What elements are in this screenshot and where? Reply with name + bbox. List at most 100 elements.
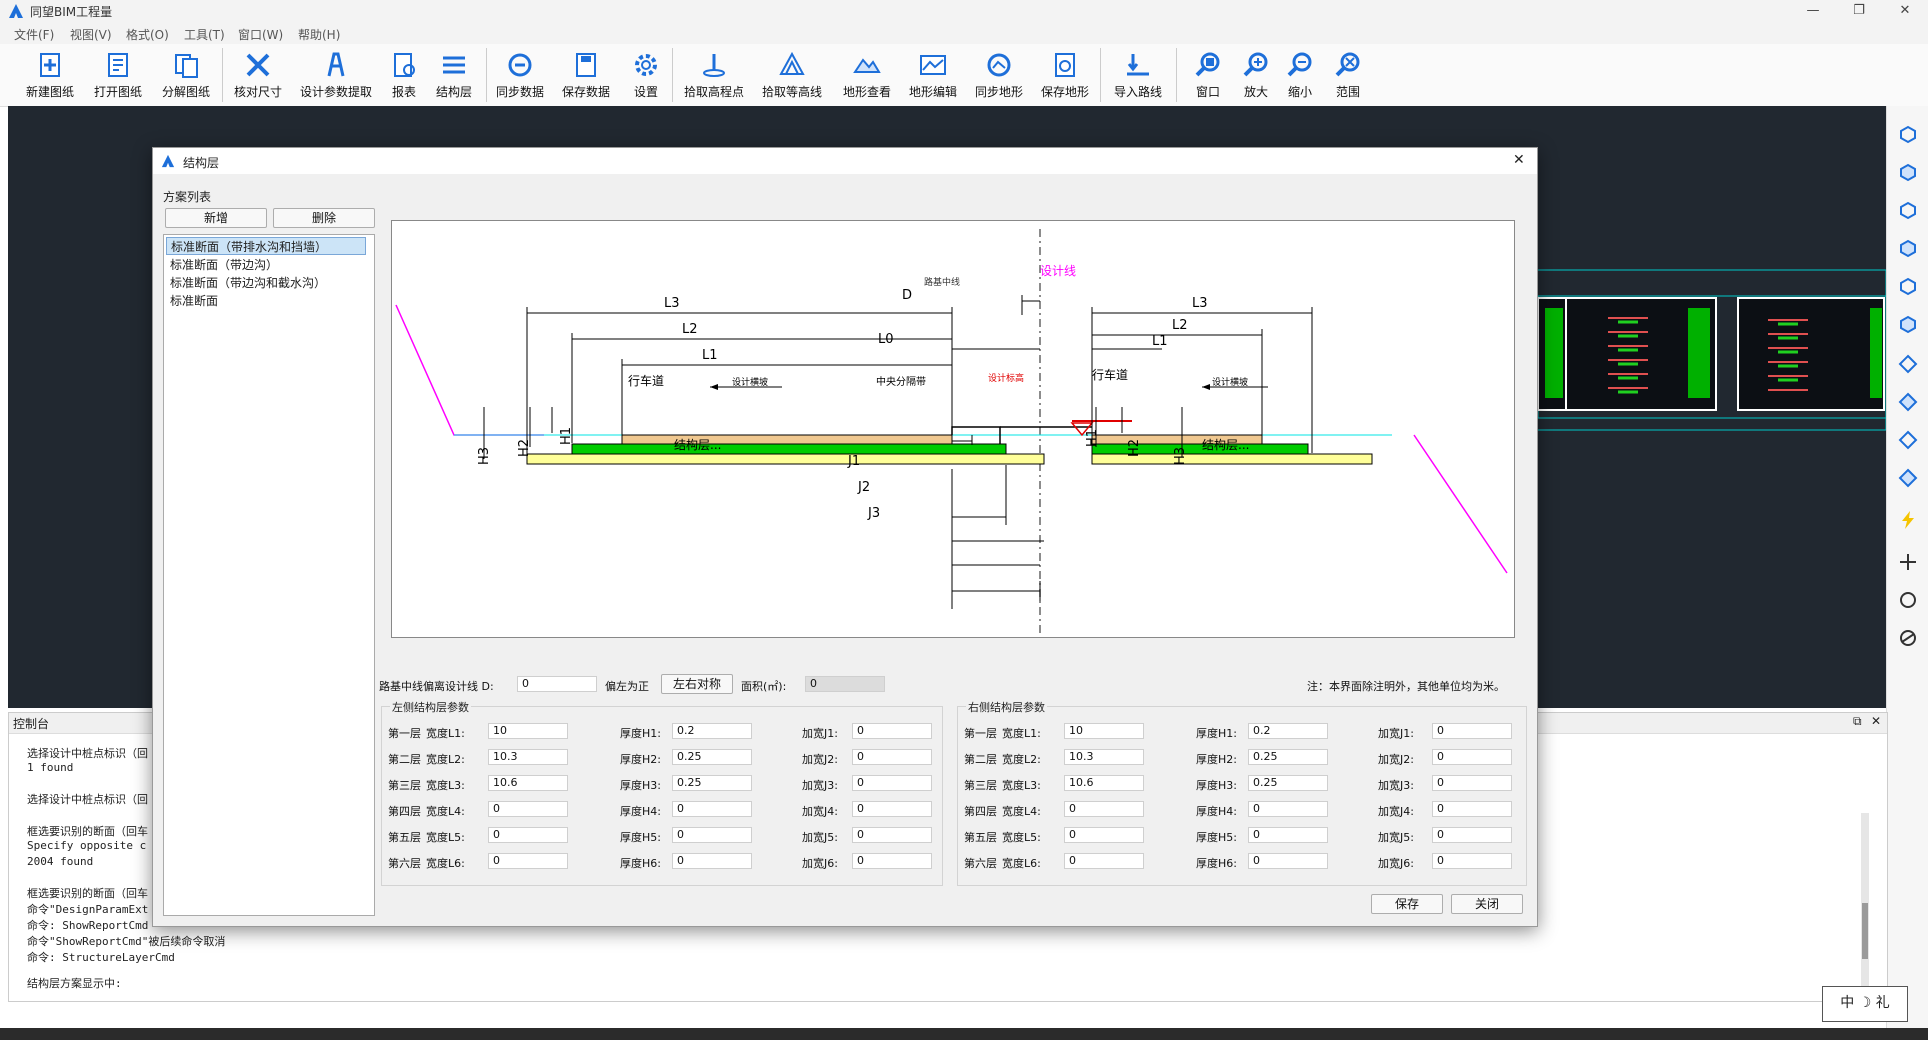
left-thickness-h6-input[interactable] [672, 853, 752, 869]
close-window-button[interactable]: ✕ [1882, 0, 1928, 22]
scheme-list-item[interactable]: 标准断面 [166, 292, 366, 310]
settings-button[interactable]: 设置 [624, 50, 668, 100]
left-widen-j2-input[interactable] [852, 749, 932, 765]
left-widen-j4-input[interactable] [852, 801, 932, 817]
right-width-l3-input[interactable] [1064, 775, 1144, 791]
terrain-edit-button[interactable]: 地形编辑 [904, 50, 962, 100]
left-width-l1-input[interactable] [488, 723, 568, 739]
menu-format[interactable]: 格式(O) [126, 26, 169, 43]
check-dimension-button[interactable]: 核对尺寸 [230, 50, 286, 100]
left-thickness-h2-input[interactable] [672, 749, 752, 765]
sync-data-label: 同步数据 [495, 85, 544, 99]
add-scheme-button[interactable]: 新增 [165, 208, 267, 228]
explode-drawing-button[interactable]: 分解图纸 [158, 50, 214, 100]
new-drawing-button[interactable]: 新建图纸 [22, 50, 78, 100]
left-thickness-h1-input[interactable] [672, 723, 752, 739]
right-width-l6-input[interactable] [1064, 853, 1144, 869]
scheme-list-item[interactable]: 标准断面（带边沟） [166, 256, 366, 274]
sync-data-button[interactable]: 同步数据 [492, 50, 548, 100]
view-right-icon[interactable] [1898, 238, 1918, 258]
offset-input[interactable] [517, 676, 597, 692]
left-thickness-h3-input[interactable] [672, 775, 752, 791]
view-bottom-icon[interactable] [1898, 314, 1918, 334]
restore-button[interactable]: ❐ [1836, 0, 1882, 22]
save-button[interactable]: 保存 [1371, 894, 1443, 914]
console-scroll-thumb[interactable] [1862, 903, 1868, 959]
zoom-in-button[interactable]: 放大 [1234, 50, 1278, 100]
minimize-button[interactable]: — [1790, 0, 1836, 22]
left-width-l4-input[interactable] [488, 801, 568, 817]
right-widen-j6-input[interactable] [1432, 853, 1512, 869]
scheme-list-item[interactable]: 标准断面（带边沟和截水沟） [166, 274, 366, 292]
right-widen-j2-input[interactable] [1432, 749, 1512, 765]
view-front-icon[interactable] [1898, 162, 1918, 182]
left-thickness-h4-input[interactable] [672, 801, 752, 817]
delete-scheme-button[interactable]: 删除 [273, 208, 375, 228]
right-width-l2-input[interactable] [1064, 749, 1144, 765]
menu-tools[interactable]: 工具(T) [184, 26, 225, 43]
right-width-l1-input[interactable] [1064, 723, 1144, 739]
right-width-l5-input[interactable] [1064, 827, 1144, 843]
menu-file[interactable]: 文件(F) [14, 26, 54, 43]
left-widen-j6-input[interactable] [852, 853, 932, 869]
console-prompt[interactable]: 结构层方案显示中: [27, 975, 122, 991]
symmetric-button[interactable]: 左右对称 [661, 674, 733, 694]
pick-elevation-button[interactable]: 拾取高程点 [680, 50, 748, 100]
view-left-icon[interactable] [1898, 200, 1918, 220]
console-float-icon[interactable]: ⧉ [1853, 714, 1862, 729]
right-widen-j3-input[interactable] [1432, 775, 1512, 791]
design-param-button[interactable]: 设计参数提取 [296, 50, 376, 100]
view-top-icon[interactable] [1898, 124, 1918, 144]
left-width-l2-input[interactable] [488, 749, 568, 765]
right-widen-j1-input[interactable] [1432, 723, 1512, 739]
right-widen-j4-input[interactable] [1432, 801, 1512, 817]
save-terrain-button[interactable]: 保存地形 [1036, 50, 1094, 100]
free-orbit-icon[interactable] [1898, 628, 1918, 648]
open-drawing-button[interactable]: 打开图纸 [90, 50, 146, 100]
structure-layer-button[interactable]: 结构层 [428, 50, 480, 100]
left-widen-j1-input[interactable] [852, 723, 932, 739]
terrain-view-button[interactable]: 地形查看 [838, 50, 896, 100]
right-thickness-h4-input[interactable] [1248, 801, 1328, 817]
orbit-icon[interactable] [1898, 590, 1918, 610]
report-button[interactable]: 报表 [382, 50, 426, 100]
view-back-icon[interactable] [1898, 276, 1918, 296]
right-width-l4-input[interactable] [1064, 801, 1144, 817]
left-thickness-h5-input[interactable] [672, 827, 752, 843]
iso-se-icon[interactable] [1898, 392, 1918, 412]
right-widen-j5-input[interactable] [1432, 827, 1512, 843]
right-thickness-h2-input[interactable] [1248, 749, 1328, 765]
right-thickness-h1-input[interactable] [1248, 723, 1328, 739]
left-width-l5-input[interactable] [488, 827, 568, 843]
ime-indicator[interactable]: 中 ☽ 礼 [1822, 986, 1908, 1022]
menu-view[interactable]: 视图(V) [70, 26, 112, 43]
right-thickness-h3-input[interactable] [1248, 775, 1328, 791]
left-width-l3-input[interactable] [488, 775, 568, 791]
import-route-button[interactable]: 导入路线 [1108, 50, 1168, 100]
menu-window[interactable]: 窗口(W) [238, 26, 283, 43]
pick-contour-button[interactable]: 拾取等高线 [756, 50, 828, 100]
menu-help[interactable]: 帮助(H) [298, 26, 340, 43]
pan-icon[interactable] [1898, 552, 1918, 572]
left-width-l6-input[interactable] [488, 853, 568, 869]
lightning-icon[interactable] [1898, 510, 1918, 530]
scheme-list-item[interactable]: 标准断面（带排水沟和挡墙） [166, 237, 366, 255]
zoom-out-button[interactable]: 缩小 [1278, 50, 1322, 100]
right-thickness-h5-input[interactable] [1248, 827, 1328, 843]
iso-sw-icon[interactable] [1898, 354, 1918, 374]
iso-nw-icon[interactable] [1898, 468, 1918, 488]
toolbar-separator [222, 48, 223, 102]
iso-ne-icon[interactable] [1898, 430, 1918, 450]
dialog-close-icon[interactable]: ✕ [1513, 152, 1525, 168]
zoom-extent-button[interactable]: 范围 [1326, 50, 1370, 100]
console-close-icon[interactable]: ✕ [1871, 714, 1881, 728]
zoom-window-button[interactable]: 窗口 [1186, 50, 1230, 100]
sync-terrain-button[interactable]: 同步地形 [970, 50, 1028, 100]
close-button[interactable]: 关闭 [1451, 894, 1523, 914]
save-data-button[interactable]: 保存数据 [558, 50, 614, 100]
terrain-edit-label: 地形编辑 [908, 85, 957, 99]
left-widen-j5-input[interactable] [852, 827, 932, 843]
left-widen-j3-input[interactable] [852, 775, 932, 791]
right-thickness-h6-input[interactable] [1248, 853, 1328, 869]
design-param-label: 设计参数提取 [299, 85, 372, 99]
